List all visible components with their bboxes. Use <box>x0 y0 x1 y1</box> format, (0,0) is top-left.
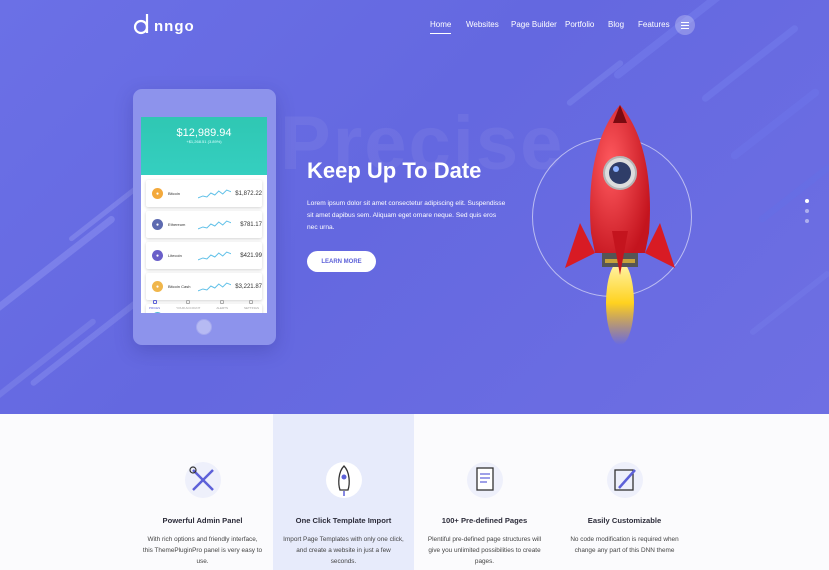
decor-streak <box>700 23 800 104</box>
decor-streak <box>729 86 821 162</box>
phone-tab[interactable]: PRICES <box>149 300 160 310</box>
slider-dot[interactable] <box>805 219 809 223</box>
coin-price: $3,221.87 <box>235 283 262 290</box>
feature-card: Powerful Admin Panel With rich options a… <box>132 414 273 570</box>
feature-description: Import Page Templates with only one clic… <box>283 536 404 565</box>
feature-card: Easily Customizable No code modification… <box>554 414 695 570</box>
feature-title: Powerful Admin Panel <box>162 516 243 525</box>
phone-tab[interactable]: SETTINGS <box>244 300 259 310</box>
hamburger-icon <box>681 21 689 23</box>
sparkline <box>197 219 232 229</box>
coin-icon: ● <box>152 281 163 292</box>
decor-streak <box>0 214 117 313</box>
phone-tab[interactable]: YOUR ACCOUNT <box>176 300 200 310</box>
feature-card: One Click Template Import Import Page Te… <box>273 414 414 570</box>
learn-more-button[interactable]: LEARN MORE <box>307 251 376 272</box>
sparkline <box>197 188 232 198</box>
slider-dot[interactable] <box>805 209 809 213</box>
coin-name: Bitcoin Cash <box>168 284 191 289</box>
phone-mockup: $12,989.94 +$1,268.51 (3.89%) ● Bitcoin $1… <box>133 89 276 345</box>
slider-dots <box>805 199 809 229</box>
sparkline <box>197 250 232 260</box>
nav-features[interactable]: Features <box>638 20 670 29</box>
tools-icon <box>184 462 221 498</box>
phone-tab[interactable]: ALERTS <box>216 300 228 310</box>
nav-blog[interactable]: Blog <box>608 20 624 29</box>
decor-streak <box>0 317 98 409</box>
decor-streak <box>612 0 728 81</box>
coin-icon: ● <box>152 188 163 199</box>
coin-price: $781.17 <box>240 221 262 228</box>
feature-title: Easily Customizable <box>587 516 662 525</box>
feature-title: One Click Template Import <box>295 516 392 525</box>
coin-price: $1,872.22 <box>235 190 262 197</box>
decor-streak <box>68 182 142 243</box>
feature-description: Plentiful pre-defined page structures wi… <box>427 536 542 565</box>
coin-name: Bitcoin <box>168 191 181 196</box>
decor-streak <box>757 163 829 224</box>
phone-tabbar: PRICES YOUR ACCOUNT ALERTS SETTINGS <box>141 295 267 313</box>
nav-websites[interactable]: Websites <box>466 20 499 29</box>
decor-streak <box>748 269 829 337</box>
rocket-illustration <box>565 105 675 345</box>
feature-description: No code modification is required when ch… <box>570 536 679 554</box>
coin-row[interactable]: ● Litecoin $421.99 <box>146 242 262 269</box>
pencil-icon <box>606 462 643 498</box>
decor-streak <box>565 59 625 107</box>
coin-icon: ● <box>152 219 163 230</box>
hero-section: Precise nngo Home Websites Page Builder … <box>0 0 829 414</box>
nav-page-builder[interactable]: Page Builder <box>511 20 557 29</box>
features-section: Powerful Admin Panel With rich options a… <box>0 414 829 570</box>
coin-name: Litecoin <box>168 253 182 258</box>
feature-card: 100+ Pre-defined Pages Plentiful pre-def… <box>414 414 555 570</box>
rocket-icon <box>325 462 362 498</box>
hero-title: Keep Up To Date <box>307 158 482 183</box>
phone-screen: $12,989.94 +$1,268.51 (3.89%) ● Bitcoin $1… <box>141 117 267 313</box>
hero-description: Lorem ipsum dolor sit amet consectetur a… <box>307 200 506 231</box>
balance-value: $12,989.94 <box>176 127 232 139</box>
feature-description: With rich options and friendly interface… <box>142 536 263 565</box>
nav-portfolio[interactable]: Portfolio <box>565 20 594 29</box>
sparkline <box>197 281 232 291</box>
nav-home[interactable]: Home <box>430 20 452 34</box>
hamburger-menu-button[interactable] <box>675 15 695 35</box>
balance-change: +$1,268.51 (3.89%) <box>186 139 222 144</box>
coin-row[interactable]: ● Bitcoin $1,872.22 <box>146 180 262 207</box>
phone-home-button <box>196 319 212 335</box>
coin-name: Ethereum <box>168 222 186 227</box>
site-logo[interactable]: nngo <box>132 12 195 36</box>
balance-header: $12,989.94 +$1,268.51 (3.89%) <box>141 117 267 175</box>
slider-dot[interactable] <box>805 199 809 203</box>
logo-mark-icon <box>133 14 149 35</box>
logo-text: nngo <box>154 17 195 35</box>
feature-title: 100+ Pre-defined Pages <box>441 516 528 525</box>
coin-icon: ● <box>152 250 163 261</box>
coin-price: $421.99 <box>240 252 262 259</box>
coin-row[interactable]: ● Ethereum $781.17 <box>146 211 262 238</box>
document-icon <box>466 462 503 498</box>
